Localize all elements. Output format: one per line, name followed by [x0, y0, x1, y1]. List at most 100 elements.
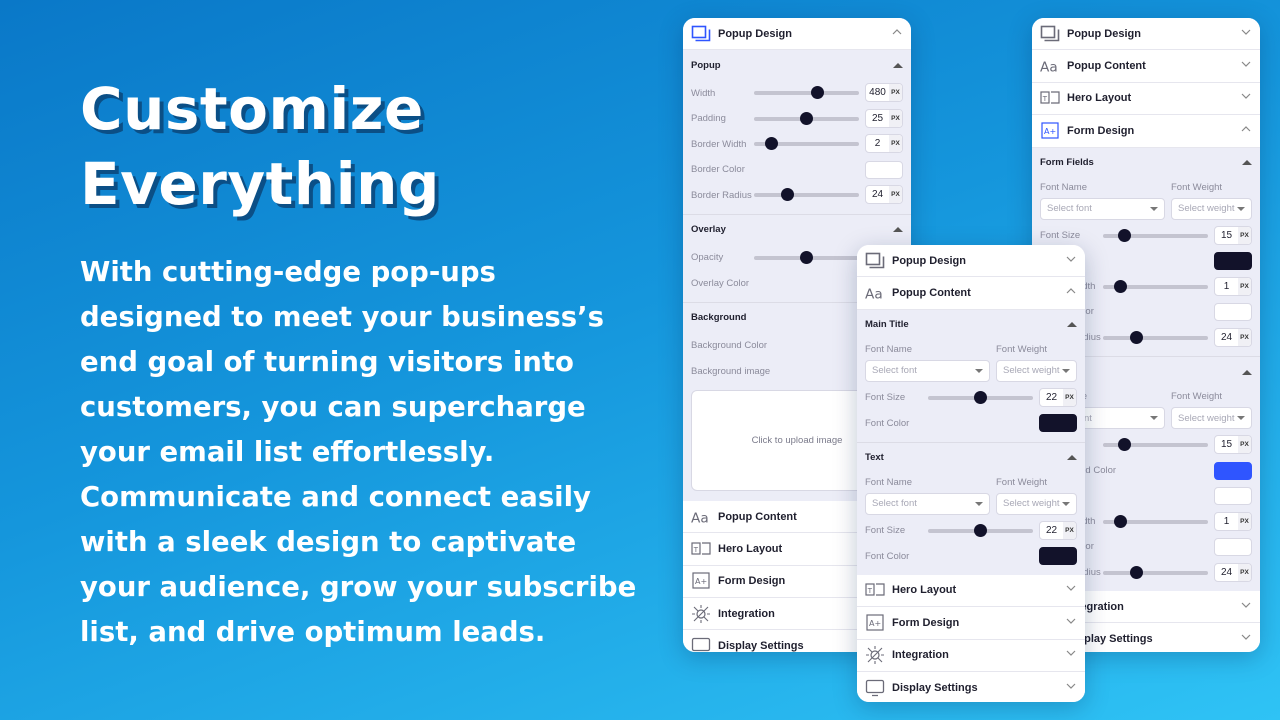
accordion-header-hero-layout[interactable]: T Hero Layout — [857, 574, 1085, 608]
chevron-down-icon[interactable] — [1240, 89, 1252, 107]
number-input[interactable]: 1 PX — [1214, 276, 1252, 296]
chevron-down-icon[interactable] — [1240, 598, 1252, 616]
accordion-header-integration[interactable]: Integration — [857, 639, 1085, 672]
font-weight-select[interactable]: Select weight — [996, 492, 1077, 515]
font-name-select[interactable]: Select font — [1040, 197, 1165, 220]
font-weight-select[interactable]: Select weight — [1171, 197, 1252, 220]
number-input[interactable]: 24 PX — [865, 185, 903, 205]
slider-track[interactable] — [928, 523, 1033, 537]
slider-track[interactable] — [1103, 565, 1208, 579]
font-weight-select[interactable]: Select weight — [1171, 407, 1252, 430]
settings-panel-popup-content: Popup Design Aa Popup Content Main Title Fon… — [857, 245, 1085, 702]
accordion-label: Popup Design — [718, 27, 792, 40]
chevron-down-icon[interactable] — [1065, 679, 1077, 697]
number-input[interactable]: 24 PX — [1214, 562, 1252, 582]
slider-track[interactable] — [1103, 228, 1208, 242]
slider-track[interactable] — [1103, 438, 1208, 452]
slider-thumb[interactable] — [1117, 438, 1131, 452]
number-value: 480 — [869, 87, 886, 99]
number-input[interactable]: 2 PX — [865, 134, 903, 154]
chevron-down-icon[interactable] — [1065, 646, 1077, 664]
slider-track[interactable] — [928, 390, 1033, 404]
collapse-triangle-icon[interactable] — [1067, 322, 1077, 328]
section-header[interactable]: Form Fields — [1032, 148, 1260, 178]
section-header[interactable]: Text — [857, 443, 1085, 473]
section-header[interactable]: Overlay — [683, 215, 911, 245]
slider-track[interactable] — [754, 111, 859, 125]
svg-text:A+: A+ — [695, 577, 707, 586]
chevron-down-icon[interactable] — [1240, 25, 1252, 43]
font-weight-select[interactable]: Select weight — [996, 359, 1077, 382]
chevron-up-icon[interactable] — [1240, 122, 1252, 140]
number-input[interactable]: 24 PX — [1214, 327, 1252, 347]
color-swatch[interactable] — [1214, 538, 1252, 557]
slider-track[interactable] — [754, 250, 859, 264]
accordion-header-popup-design[interactable]: Popup Design — [1032, 18, 1260, 51]
number-input[interactable]: 15 PX — [1214, 225, 1252, 245]
number-value: 24 — [871, 189, 884, 201]
chevron-down-icon[interactable] — [1065, 252, 1077, 270]
slider-track[interactable] — [1103, 330, 1208, 344]
color-swatch[interactable] — [1039, 414, 1077, 433]
collapse-triangle-icon[interactable] — [893, 227, 903, 233]
font-name-select[interactable]: Select font — [865, 492, 990, 515]
slider-track[interactable] — [754, 137, 859, 151]
accordion-header-form-design[interactable]: A+ Form Design — [1032, 115, 1260, 148]
slider-track[interactable] — [1103, 279, 1208, 293]
chevron-down-icon[interactable] — [1065, 614, 1077, 632]
accordion-header-form-design[interactable]: A+ Form Design — [857, 607, 1085, 640]
number-input[interactable]: 1 PX — [1214, 511, 1252, 531]
collapse-triangle-icon[interactable] — [893, 62, 903, 68]
form-design-icon: A+ — [1040, 121, 1060, 141]
accordion-header-display-settings[interactable]: Display Settings — [857, 671, 1085, 702]
number-input[interactable]: 480 PX — [865, 83, 903, 103]
color-swatch[interactable] — [1214, 461, 1252, 480]
number-input[interactable]: 15 PX — [1214, 435, 1252, 455]
color-swatch[interactable] — [865, 160, 903, 179]
accordion-body: Main Title Font Name Select font Font Weigh… — [857, 309, 1085, 575]
chevron-down-icon[interactable] — [1240, 57, 1252, 75]
hero-layout-icon: T — [865, 580, 885, 600]
slider-thumb[interactable] — [781, 188, 795, 202]
slider-track[interactable] — [1103, 514, 1208, 528]
slider-thumb[interactable] — [810, 86, 824, 100]
section-header[interactable]: Main Title — [857, 310, 1085, 340]
slider-thumb[interactable] — [1117, 228, 1131, 242]
accordion-header-popup-content[interactable]: Aa Popup Content — [857, 277, 1085, 310]
slider-thumb[interactable] — [800, 111, 813, 125]
chevron-up-icon[interactable] — [891, 25, 903, 43]
accordion-header-popup-design[interactable]: Popup Design — [857, 245, 1085, 278]
dropdown-arrow-icon — [1237, 416, 1245, 421]
chevron-down-icon[interactable] — [1065, 581, 1077, 599]
chevron-up-icon[interactable] — [1065, 284, 1077, 302]
font-name-select[interactable]: Select font — [865, 359, 990, 382]
number-value: 22 — [1045, 391, 1058, 403]
number-input[interactable]: 25 PX — [865, 108, 903, 128]
collapse-triangle-icon[interactable] — [1067, 455, 1077, 461]
color-swatch[interactable] — [1214, 487, 1252, 506]
slider-thumb[interactable] — [1114, 279, 1128, 293]
slider-thumb[interactable] — [1130, 565, 1144, 579]
slider-track[interactable] — [754, 86, 859, 100]
slider-thumb[interactable] — [765, 137, 779, 151]
color-swatch[interactable] — [1214, 303, 1252, 322]
font-select-row: Font Name Select font Font Weight Select we… — [857, 340, 1085, 385]
slider-thumb[interactable] — [974, 390, 987, 404]
slider-thumb[interactable] — [800, 250, 813, 264]
accordion-header-popup-content[interactable]: Aa Popup Content — [1032, 50, 1260, 83]
slider-thumb[interactable] — [974, 523, 987, 537]
slider-thumb[interactable] — [1130, 330, 1144, 344]
section-header[interactable]: Popup — [683, 50, 911, 80]
collapse-triangle-icon[interactable] — [1242, 160, 1252, 166]
collapse-triangle-icon[interactable] — [1242, 369, 1252, 375]
color-swatch[interactable] — [1214, 252, 1252, 271]
color-swatch[interactable] — [1039, 547, 1077, 566]
accordion-header-popup-design[interactable]: Popup Design — [683, 18, 911, 51]
description-line: with a sleek design to captivate — [80, 526, 577, 558]
chevron-down-icon[interactable] — [1240, 630, 1252, 648]
slider-track[interactable] — [754, 188, 859, 202]
accordion-header-hero-layout[interactable]: T Hero Layout — [1032, 82, 1260, 116]
slider-thumb[interactable] — [1114, 514, 1128, 528]
number-input[interactable]: 22 PX — [1039, 387, 1077, 407]
number-input[interactable]: 22 PX — [1039, 520, 1077, 540]
